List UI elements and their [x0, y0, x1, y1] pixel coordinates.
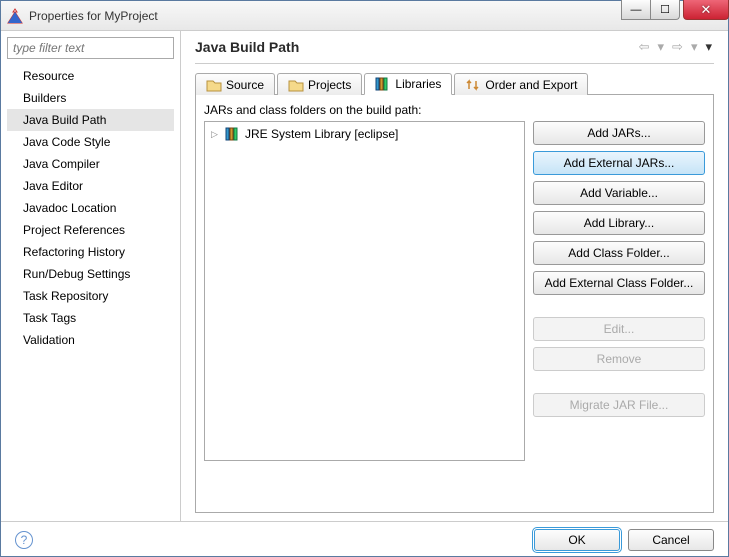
migrate-jar-file-button: Migrate JAR File... — [533, 393, 705, 417]
page-header: Java Build Path ⇦ ▾ ⇨ ▾ ▾ — [195, 39, 714, 64]
main-pane: Java Build Path ⇦ ▾ ⇨ ▾ ▾ Source Projects… — [181, 31, 728, 521]
add-external-jars-button[interactable]: Add External JARs... — [533, 151, 705, 175]
tab-label: Libraries — [395, 77, 441, 91]
titlebar: Properties for MyProject — ☐ ✕ — [1, 1, 728, 31]
tab-projects[interactable]: Projects — [277, 73, 362, 95]
ok-button[interactable]: OK — [534, 529, 620, 551]
minimize-button[interactable]: — — [621, 0, 651, 20]
app-icon — [7, 8, 23, 24]
nav-item-task-tags[interactable]: Task Tags — [7, 307, 174, 329]
nav-item-java-build-path[interactable]: Java Build Path — [7, 109, 174, 131]
remove-button: Remove — [533, 347, 705, 371]
tree-row[interactable]: ▷ JRE System Library [eclipse] — [209, 126, 520, 142]
source-tab-icon — [206, 78, 222, 92]
button-column: Add JARs... Add External JARs... Add Varia… — [533, 121, 705, 504]
libraries-tab-content: JARs and class folders on the build path… — [195, 95, 714, 513]
expand-icon[interactable]: ▷ — [211, 129, 221, 140]
forward-arrow-icon[interactable]: ⇨ — [670, 39, 685, 55]
add-library-button[interactable]: Add Library... — [533, 211, 705, 235]
nav-item-javadoc-location[interactable]: Javadoc Location — [7, 197, 174, 219]
add-variable-button[interactable]: Add Variable... — [533, 181, 705, 205]
help-icon[interactable]: ? — [15, 531, 33, 549]
close-button[interactable]: ✕ — [683, 0, 729, 20]
nav-item-builders[interactable]: Builders — [7, 87, 174, 109]
filter-input[interactable] — [7, 37, 174, 59]
tab-strip: Source Projects Libraries Order and Export — [195, 72, 714, 95]
nav-item-refactoring-history[interactable]: Refactoring History — [7, 241, 174, 263]
nav-item-resource[interactable]: Resource — [7, 65, 174, 87]
add-jars-button[interactable]: Add JARs... — [533, 121, 705, 145]
tab-order-and-export[interactable]: Order and Export — [454, 73, 588, 95]
edit-button: Edit... — [533, 317, 705, 341]
add-external-class-folder-button[interactable]: Add External Class Folder... — [533, 271, 705, 295]
nav-item-validation[interactable]: Validation — [7, 329, 174, 351]
header-nav: ⇦ ▾ ⇨ ▾ ▾ — [637, 39, 714, 55]
nav-item-project-references[interactable]: Project References — [7, 219, 174, 241]
tab-source[interactable]: Source — [195, 73, 275, 95]
back-arrow-icon[interactable]: ⇦ — [637, 39, 652, 55]
nav-item-java-editor[interactable]: Java Editor — [7, 175, 174, 197]
nav-tree: ResourceBuildersJava Build PathJava Code… — [7, 65, 174, 515]
tab-libraries[interactable]: Libraries — [364, 73, 452, 95]
forward-dropdown-icon[interactable]: ▾ — [689, 39, 700, 55]
nav-item-java-compiler[interactable]: Java Compiler — [7, 153, 174, 175]
library-icon — [225, 127, 241, 141]
cancel-button[interactable]: Cancel — [628, 529, 714, 551]
add-class-folder-button[interactable]: Add Class Folder... — [533, 241, 705, 265]
nav-item-task-repository[interactable]: Task Repository — [7, 285, 174, 307]
libraries-tab-icon — [375, 77, 391, 91]
footer: ? OK Cancel — [1, 521, 728, 557]
nav-item-run-debug-settings[interactable]: Run/Debug Settings — [7, 263, 174, 285]
section-label: JARs and class folders on the build path… — [204, 103, 705, 117]
page-title: Java Build Path — [195, 39, 299, 55]
tab-label: Source — [226, 78, 264, 92]
projects-tab-icon — [288, 78, 304, 92]
sidebar: ResourceBuildersJava Build PathJava Code… — [1, 31, 181, 521]
order-and-export-tab-icon — [465, 78, 481, 92]
menu-dropdown-icon[interactable]: ▾ — [703, 39, 714, 55]
back-dropdown-icon[interactable]: ▾ — [656, 39, 667, 55]
maximize-button[interactable]: ☐ — [650, 0, 680, 20]
window-title: Properties for MyProject — [29, 9, 158, 23]
window-controls: — ☐ ✕ — [622, 0, 729, 20]
nav-item-java-code-style[interactable]: Java Code Style — [7, 131, 174, 153]
tab-label: Projects — [308, 78, 351, 92]
tree-label: JRE System Library [eclipse] — [245, 127, 398, 141]
tab-label: Order and Export — [485, 78, 577, 92]
jar-list[interactable]: ▷ JRE System Library [eclipse] — [204, 121, 525, 461]
